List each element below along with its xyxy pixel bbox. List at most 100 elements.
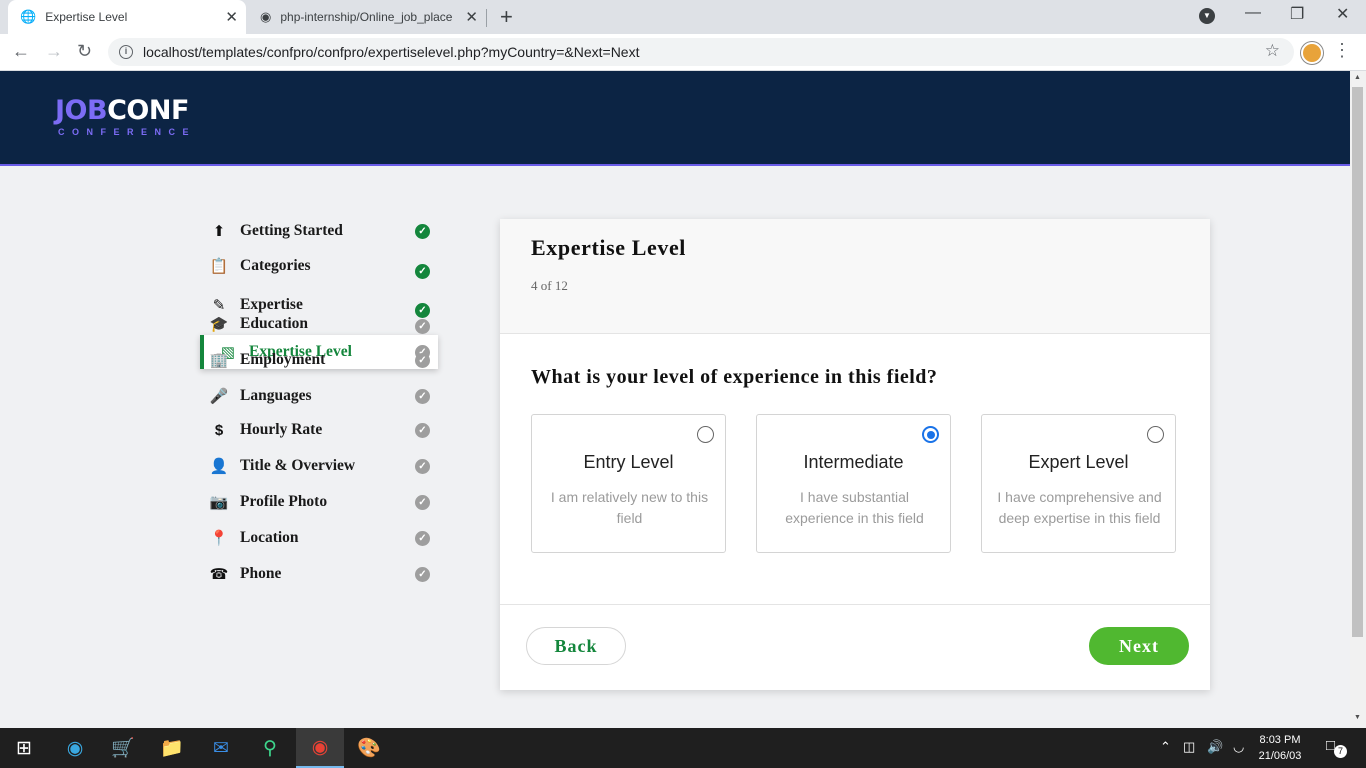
site-logo[interactable]: JOBCONF [55, 95, 189, 126]
question-text: What is your level of experience in this… [531, 366, 938, 388]
close-tab-icon[interactable]: ✕ [465, 8, 478, 26]
check-pending-icon: ✓ [415, 494, 430, 510]
step-hourly-rate[interactable]: $ Hourly Rate ✓ [200, 413, 438, 447]
bookmark-star-icon[interactable]: ☆ [1265, 41, 1280, 61]
page-scrollbar[interactable]: ▲ ▼ [1350, 71, 1366, 728]
option-title: Entry Level [583, 452, 674, 472]
camera-icon: 📷 [209, 494, 229, 511]
step-profile-photo[interactable]: 📷 Profile Photo ✓ [200, 485, 438, 519]
battery-icon[interactable]: ◫ [1183, 739, 1195, 755]
user-tie-icon: 👤 [209, 458, 229, 475]
scroll-up-icon[interactable]: ▲ [1354, 74, 1361, 81]
dollar-icon: $ [214, 421, 224, 439]
expertise-card: Expertise Level 4 of 12 What is your lev… [500, 219, 1210, 690]
browser-tab[interactable]: ◉ php-internship/Online_job_place ✕ [248, 0, 486, 34]
site-header: JOBCONF CONFERENCE [0, 71, 1350, 166]
clipboard-icon: 📋 [209, 258, 229, 275]
tab-search-icon[interactable]: ▼ [1199, 8, 1215, 24]
maps-icon[interactable]: ⚲ [246, 728, 294, 768]
close-window-icon[interactable]: ✕ [1336, 4, 1349, 24]
forward-arrow-icon[interactable]: → [45, 41, 63, 62]
check-pending-icon: ✓ [415, 352, 430, 368]
scrollbar-thumb[interactable] [1352, 87, 1363, 637]
tab-divider [486, 9, 487, 27]
option-entry-level[interactable]: Entry Level I am relatively new to this … [531, 414, 726, 553]
step-label: Education [240, 315, 309, 332]
check-done-icon: ✓ [415, 223, 430, 239]
microphone-icon: 🎤 [209, 388, 229, 405]
option-title: Intermediate [803, 452, 904, 472]
wifi-icon[interactable]: ◡ [1233, 739, 1244, 755]
mail-icon[interactable]: ✉ [197, 728, 245, 768]
check-pending-icon: ✓ [415, 458, 430, 474]
option-description: I have comprehensive and deep expertise … [997, 489, 1162, 526]
back-button[interactable]: Back [526, 627, 626, 665]
step-employment[interactable]: 🏢 Employment ✓ [200, 343, 438, 377]
step-education[interactable]: 🎓 Education ✓ [200, 307, 438, 341]
step-categories[interactable]: 📋 Categories ✓ [200, 249, 438, 283]
close-tab-icon[interactable]: ✕ [225, 8, 238, 26]
card-footer: Back Next [500, 604, 1210, 690]
check-pending-icon: ✓ [415, 530, 430, 546]
system-clock[interactable]: 8:03 PM 21/06/03 [1255, 732, 1305, 764]
paint-icon[interactable]: 🎨 [345, 728, 393, 768]
show-hidden-icons[interactable]: ⌃ [1160, 739, 1171, 755]
windows-start-icon[interactable]: ⊞ [0, 728, 48, 768]
step-label: Phone [240, 565, 282, 582]
option-expert-level[interactable]: Expert Level I have comprehensive and de… [981, 414, 1176, 553]
step-label: Hourly Rate [240, 421, 323, 438]
option-intermediate[interactable]: Intermediate I have substantial experien… [756, 414, 951, 553]
radio-intermediate[interactable] [922, 426, 939, 443]
notifications-icon[interactable]: □ 7 [1326, 737, 1347, 758]
browser-tab-active[interactable]: 🌐 Expertise Level ✕ [8, 0, 246, 34]
step-label: Profile Photo [240, 493, 328, 510]
edge-icon[interactable]: ◉ [51, 728, 99, 768]
url-text[interactable]: localhost/templates/confpro/confpro/expe… [143, 44, 639, 60]
tab-title: php-internship/Online_job_place [280, 10, 453, 24]
step-languages[interactable]: 🎤 Languages ✓ [200, 379, 438, 413]
check-done-icon: ✓ [415, 263, 430, 279]
info-icon[interactable]: i [119, 45, 133, 59]
step-label: Employment [240, 351, 326, 368]
file-explorer-icon[interactable]: 📁 [148, 728, 196, 768]
tab-title: Expertise Level [45, 10, 128, 24]
page-title: Expertise Level [531, 235, 687, 260]
step-getting-started[interactable]: ⬆ Getting Started ✓ [200, 214, 438, 248]
reload-icon[interactable]: ↻ [77, 41, 92, 62]
building-icon: 🏢 [209, 352, 229, 369]
step-phone[interactable]: ☎ Phone ✓ [200, 557, 438, 591]
notification-count: 7 [1334, 745, 1347, 758]
new-tab-icon[interactable]: + [500, 4, 513, 30]
next-button[interactable]: Next [1089, 627, 1189, 665]
scroll-down-icon[interactable]: ▼ [1354, 714, 1361, 721]
browser-tab-strip: 🌐 Expertise Level ✕ ◉ php-internship/Onl… [0, 0, 1366, 34]
restore-icon[interactable]: ❐ [1290, 4, 1304, 24]
chrome-icon[interactable]: ◉ [296, 728, 344, 768]
step-location[interactable]: 📍 Location ✓ [200, 521, 438, 555]
step-title-overview[interactable]: 👤 Title & Overview ✓ [200, 449, 438, 483]
profile-avatar[interactable] [1301, 42, 1323, 64]
check-pending-icon: ✓ [415, 566, 430, 582]
minimize-icon[interactable]: — [1245, 4, 1261, 22]
address-bar[interactable]: i localhost/templates/confpro/confpro/ex… [108, 38, 1294, 66]
phone-icon: ☎ [209, 566, 229, 583]
step-counter: 4 of 12 [531, 278, 568, 293]
card-header: Expertise Level 4 of 12 [500, 219, 1210, 334]
check-pending-icon: ✓ [415, 422, 430, 438]
check-pending-icon: ✓ [415, 388, 430, 404]
browser-menu-icon[interactable]: ⋮ [1333, 40, 1351, 61]
option-title: Expert Level [1028, 452, 1129, 472]
graduation-cap-icon: 🎓 [209, 316, 229, 333]
page-content: JOBCONF CONFERENCE ⬆ Getting Started ✓ 📋… [0, 71, 1350, 728]
step-label: Languages [240, 387, 312, 404]
back-arrow-icon[interactable]: ← [12, 41, 30, 62]
radio-expert-level[interactable] [1147, 426, 1164, 443]
windows-taskbar: ⊞ ◉ 🛒 📁 ✉ ⚲ ◉ 🎨 ⌃ ◫ 🔊 ◡ 8:03 PM 21/06/03… [0, 728, 1366, 768]
step-label: Location [240, 529, 299, 546]
radio-entry-level[interactable] [697, 426, 714, 443]
option-description: I have substantial experience in this fi… [785, 489, 924, 526]
map-pin-icon: 📍 [209, 530, 229, 547]
volume-icon[interactable]: 🔊 [1207, 739, 1223, 755]
store-icon[interactable]: 🛒 [99, 728, 147, 768]
arrow-up-circle-icon: ⬆ [212, 223, 226, 240]
